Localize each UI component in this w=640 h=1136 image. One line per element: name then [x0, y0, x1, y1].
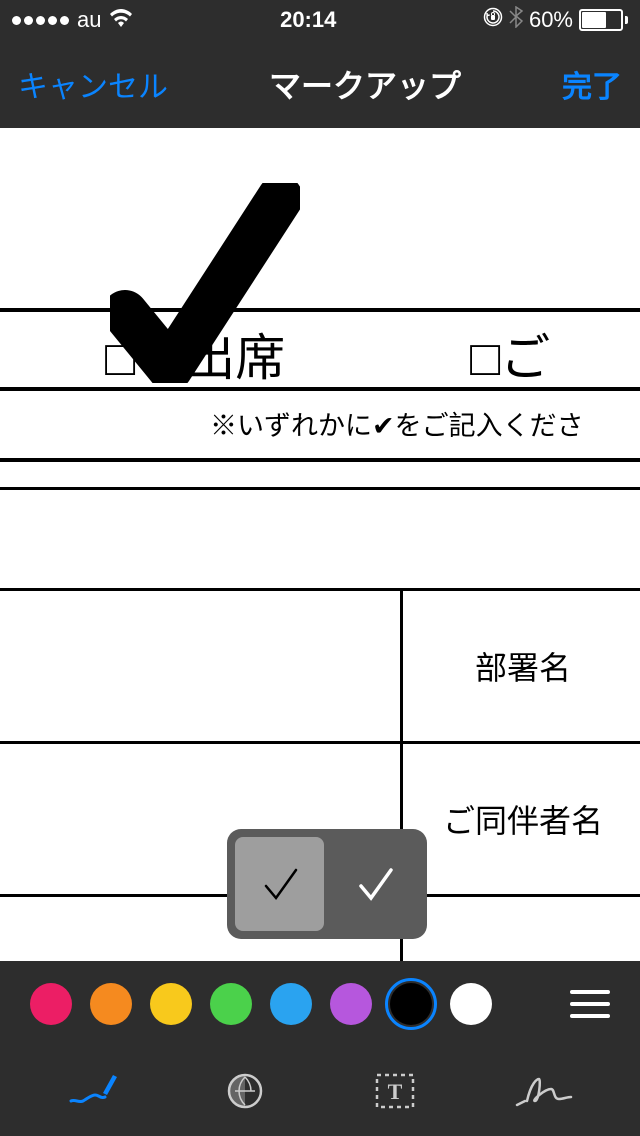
carrier-label: au — [77, 7, 101, 33]
table-row: 部署名 — [0, 591, 640, 744]
status-bar: au 20:14 60% — [0, 0, 640, 40]
pen-tool-icon[interactable] — [55, 1061, 135, 1121]
orientation-lock-icon — [483, 7, 503, 33]
fax-label: FAX — [403, 897, 640, 961]
done-button[interactable]: 完了 — [562, 62, 622, 106]
thin-check-style[interactable] — [235, 837, 324, 931]
bluetooth-icon — [509, 6, 523, 34]
color-swatch-purple[interactable] — [330, 983, 372, 1025]
table-cell-left — [0, 591, 403, 741]
svg-text:T: T — [388, 1079, 403, 1104]
companion-label: ご同伴者名 — [403, 744, 640, 894]
text-tool-icon[interactable]: T — [355, 1061, 435, 1121]
instruction-text: ※いずれかに✔をご記入くださ — [210, 404, 584, 443]
more-options-icon[interactable] — [570, 990, 610, 1018]
dept-label: 部署名 — [403, 591, 640, 741]
markup-toolbar: T — [0, 961, 640, 1136]
color-swatch-white[interactable] — [450, 983, 492, 1025]
battery-icon — [579, 9, 628, 31]
form-divider-row — [0, 458, 640, 490]
status-right: 60% — [483, 6, 628, 34]
color-swatch-pink[interactable] — [30, 983, 72, 1025]
cancel-button[interactable]: キャンセル — [18, 62, 168, 106]
thick-check-style[interactable] — [330, 837, 419, 931]
battery-pct: 60% — [529, 7, 573, 33]
option-other: □ご — [470, 318, 550, 390]
nav-bar: キャンセル マークアップ 完了 — [0, 40, 640, 128]
color-swatch-black[interactable] — [390, 983, 432, 1025]
stroke-style-popup — [227, 829, 427, 939]
signal-dots-icon — [12, 16, 69, 25]
signature-tool-icon[interactable] — [505, 1061, 585, 1121]
color-swatch-orange[interactable] — [90, 983, 132, 1025]
markup-canvas[interactable]: □ご出席 □ご ※いずれかに✔をご記入くださ 部署名 ご同伴者名 FAX — [0, 128, 640, 961]
status-left: au — [12, 7, 133, 33]
page-title: マークアップ — [269, 61, 461, 107]
tool-row: T — [0, 1046, 640, 1136]
clock: 20:14 — [280, 7, 336, 33]
form-options-row: □ご出席 □ご — [0, 308, 640, 391]
wifi-icon — [109, 7, 133, 33]
color-swatch-yellow[interactable] — [150, 983, 192, 1025]
color-swatch-green[interactable] — [210, 983, 252, 1025]
option-attend: □ご出席 — [105, 318, 285, 390]
color-swatch-row — [0, 961, 640, 1046]
color-swatch-blue[interactable] — [270, 983, 312, 1025]
magnifier-tool-icon[interactable] — [205, 1061, 285, 1121]
